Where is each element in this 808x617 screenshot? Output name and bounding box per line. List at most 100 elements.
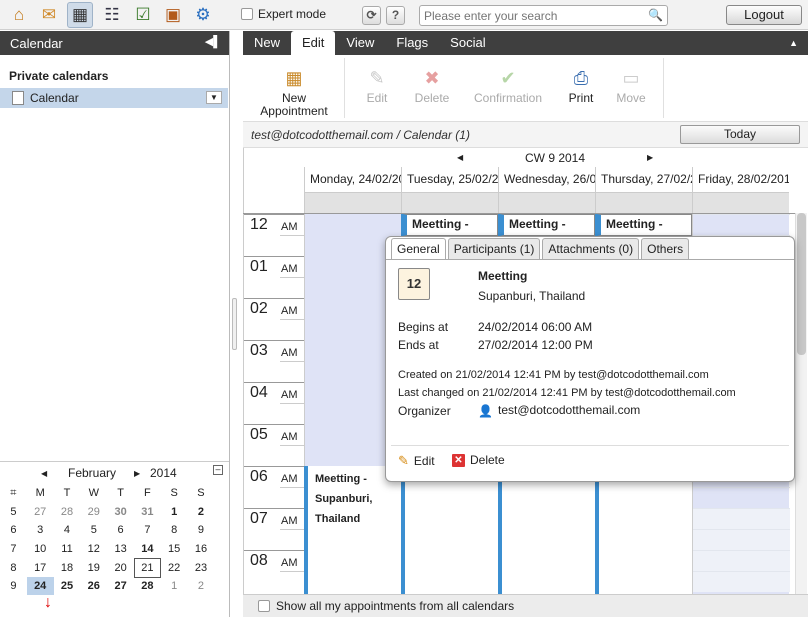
mini-calendar-day[interactable]: 2 (188, 503, 215, 521)
mini-calendar-day[interactable]: 27 (107, 577, 134, 595)
tab-view[interactable]: View (335, 31, 385, 55)
mini-calendar-day[interactable]: 18 (54, 559, 81, 577)
mini-calendar-day[interactable]: 6 (107, 521, 134, 539)
calendar-week-number[interactable]: 6 (0, 521, 27, 539)
mini-calendar-day[interactable]: 1 (161, 577, 188, 595)
popup-delete-button[interactable]: ✕ Delete (452, 453, 505, 467)
collapse-ribbon-icon[interactable]: ▲ (789, 38, 798, 48)
day-header-tuesday[interactable]: Tuesday, 25/02/2014 (401, 167, 498, 193)
day-header-thursday[interactable]: Thursday, 27/02/2014 (595, 167, 692, 193)
appointment-monday[interactable]: Meetting - Supanburi, Thailand (304, 466, 401, 596)
mini-calendar-day[interactable]: 15 (161, 540, 188, 558)
mini-calendar-day[interactable]: 16 (188, 540, 215, 558)
expert-mode-checkbox[interactable] (241, 8, 253, 20)
mini-calendar-day[interactable]: 11 (54, 540, 81, 558)
mini-calendar-day[interactable]: 7 (134, 521, 161, 539)
mini-calendar-day[interactable]: 27 (27, 503, 54, 521)
popup-tab-others[interactable]: Others (641, 238, 690, 259)
confirmation-button[interactable]: ✔ Confirmation (468, 55, 548, 122)
week-grid-icon[interactable]: ⌗ (0, 484, 27, 502)
mini-calendar-day[interactable]: 24 (26, 577, 54, 596)
calendar-week-number[interactable]: 9 (0, 577, 27, 595)
mini-calendar-day[interactable]: 4 (54, 521, 81, 539)
search-icon[interactable]: 🔍 (648, 8, 663, 22)
mini-calendar-day[interactable]: 9 (188, 521, 215, 539)
mini-calendar-day[interactable]: 23 (188, 559, 215, 577)
time-slot[interactable] (693, 529, 790, 550)
infostore-icon[interactable]: ▣ (160, 2, 186, 28)
calendar-week-number[interactable]: 8 (0, 559, 27, 577)
popup-tab-attachments[interactable]: Attachments (0) (542, 238, 640, 259)
new-appointment-button[interactable]: ▦ New Appointment (255, 55, 333, 122)
day-header-wednesday[interactable]: Wednesday, 26/02/2014 (498, 167, 595, 193)
mini-calendar-day[interactable]: 10 (27, 540, 54, 558)
all-day-cell[interactable] (498, 193, 595, 214)
chevron-down-icon[interactable]: ▼ (206, 91, 222, 104)
mini-calendar-day[interactable]: 22 (161, 559, 188, 577)
mini-calendar-day[interactable]: 19 (80, 559, 107, 577)
mini-calendar-day[interactable]: 25 (54, 577, 81, 595)
mini-calendar-day[interactable]: 28 (54, 503, 81, 521)
collapse-panel-icon[interactable]: ◀▌ (205, 35, 221, 48)
mini-calendar-day[interactable]: 3 (27, 521, 54, 539)
search-input[interactable] (420, 6, 640, 25)
all-day-cell[interactable] (595, 193, 692, 214)
next-month-icon[interactable]: ▶ (134, 469, 140, 478)
mini-calendar-day[interactable]: 8 (161, 521, 188, 539)
mini-calendar-day[interactable]: 1 (161, 503, 188, 521)
mini-calendar-day[interactable]: 29 (80, 503, 107, 521)
time-slot[interactable] (693, 508, 790, 529)
organizer-value[interactable]: test@dotcodotthemail.com (498, 403, 640, 417)
mini-calendar-day[interactable]: 30 (107, 503, 134, 521)
mini-calendar-day[interactable]: 12 (80, 540, 107, 558)
day-header-friday[interactable]: Friday, 28/02/2014 (692, 167, 789, 193)
mini-calendar-day[interactable]: 21 (133, 557, 161, 578)
popup-tab-participants[interactable]: Participants (1) (447, 238, 541, 259)
calendar-week-number[interactable]: 7 (0, 540, 27, 558)
scrollbar-thumb[interactable] (797, 213, 806, 355)
tab-social[interactable]: Social (439, 31, 496, 55)
day-header-monday[interactable]: Monday, 24/02/2014 (304, 167, 401, 193)
refresh-button[interactable]: ⟳ (362, 6, 381, 25)
today-button[interactable]: Today (680, 125, 800, 144)
contacts-icon[interactable]: ☷ (99, 2, 125, 28)
appointment-thursday[interactable]: Meetting - (597, 214, 692, 236)
time-slot[interactable] (693, 487, 790, 508)
delete-button[interactable]: ✖ Delete (410, 55, 454, 122)
print-button[interactable]: ⎙ Print (563, 55, 599, 122)
mini-calendar-day[interactable]: 17 (27, 559, 54, 577)
expert-mode-toggle[interactable]: Expert mode (241, 7, 326, 21)
mail-icon[interactable]: ✉ (36, 2, 62, 28)
logout-button[interactable]: Logout (726, 5, 802, 25)
tab-new[interactable]: New (243, 31, 291, 55)
settings-icon[interactable]: ⚙ (190, 2, 216, 28)
next-week-icon[interactable]: ▶ (647, 153, 653, 162)
prev-week-icon[interactable]: ◀ (457, 153, 463, 162)
mini-calendar-day[interactable]: 2 (188, 577, 215, 595)
popup-edit-button[interactable]: ✎ Edit (398, 453, 435, 469)
grid-scrollbar[interactable] (795, 213, 807, 596)
tab-flags[interactable]: Flags (385, 31, 439, 55)
calendar-list-item[interactable]: Calendar ▼ (0, 88, 228, 108)
show-all-checkbox[interactable] (258, 600, 270, 612)
prev-month-icon[interactable]: ◀ (41, 469, 47, 478)
popup-tab-general[interactable]: General (391, 238, 446, 259)
tab-edit[interactable]: Edit (291, 31, 336, 55)
home-icon[interactable]: ⌂ (6, 2, 32, 28)
all-day-cell[interactable] (401, 193, 498, 214)
appointment-wednesday[interactable]: Meetting - (500, 214, 595, 236)
appointment-tuesday[interactable]: Meetting - (403, 214, 498, 236)
mini-calendar-day[interactable]: 26 (80, 577, 107, 595)
mini-calendar-day[interactable]: 5 (80, 521, 107, 539)
edit-button[interactable]: ✎ Edit (357, 55, 397, 122)
mini-calendar-day[interactable]: 31 (134, 503, 161, 521)
time-slot[interactable] (693, 550, 790, 571)
panel-splitter[interactable] (232, 298, 237, 350)
help-button[interactable]: ? (386, 6, 405, 25)
tasks-icon[interactable]: ☑ (130, 2, 156, 28)
mini-calendar-day[interactable]: 14 (134, 540, 161, 558)
mini-calendar-day[interactable]: 28 (134, 577, 161, 595)
all-day-cell[interactable] (692, 193, 789, 214)
time-slot[interactable] (693, 214, 790, 235)
time-slot[interactable] (693, 571, 790, 592)
